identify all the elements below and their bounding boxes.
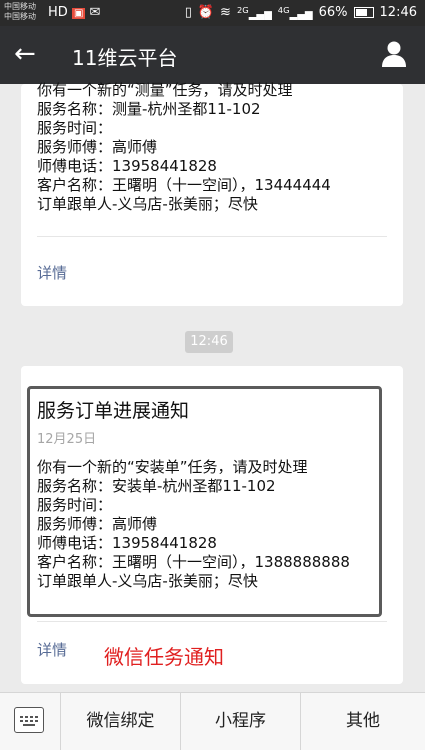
- menu-item-wechat-bind[interactable]: 微信绑定: [61, 693, 181, 750]
- signal-4g-icon: 4G▂▄▆: [277, 5, 313, 21]
- message-line: 服务名称：测量-杭州圣都11-102: [37, 100, 261, 118]
- carrier-1: 中国移动: [4, 2, 36, 11]
- vibrate-icon: ▯: [184, 5, 192, 21]
- message-card: 你有一个新的“测量”任务，请及时处理 服务名称：测量-杭州圣都11-102 服务…: [21, 81, 403, 306]
- menu-item-other[interactable]: 其他: [301, 693, 425, 750]
- battery-percent: 66%: [318, 5, 348, 21]
- alarm-icon: ⏰: [197, 5, 215, 21]
- message-line: 服务师傅：高师傅: [37, 515, 158, 533]
- detail-link[interactable]: 详情: [37, 262, 67, 283]
- message-line: 服务师傅：高师傅: [37, 138, 158, 156]
- notification-title: 服务订单进展通知: [37, 400, 190, 422]
- message-line: 订单跟单人-义乌店-张美丽；尽快: [37, 195, 258, 213]
- message-line: 服务时间：: [37, 496, 113, 514]
- hd-icon: HD: [48, 5, 68, 20]
- keyboard-toggle-button[interactable]: [0, 693, 61, 750]
- message-timestamp: 12:46: [185, 331, 233, 353]
- message-body: 你有一个新的“安装单”任务，请及时处理 服务名称：安装单-杭州圣都11-102 …: [37, 458, 350, 591]
- message-line: 服务时间：: [37, 119, 113, 137]
- detail-link[interactable]: 详情: [37, 639, 67, 660]
- carrier-info: 中国移动 中国移动: [4, 2, 36, 22]
- keyboard-icon: [14, 707, 44, 733]
- message-line: 订单跟单人-义乌店-张美丽；尽快: [37, 572, 258, 590]
- message-line: 客户名称：王曙明（十一空间），1388888888: [37, 553, 350, 571]
- notification-date: 12月25日: [37, 432, 97, 447]
- wifi-icon: ≋: [220, 5, 231, 21]
- message-line: 服务名称：安装单-杭州圣都11-102: [37, 477, 276, 495]
- divider: [37, 621, 387, 622]
- signal-2g-icon: 2G▂▄▆: [236, 5, 272, 21]
- network-label-1: 2G: [236, 5, 249, 15]
- annotation-label: 微信任务通知: [104, 645, 224, 669]
- notification-icons: HD ▣ ✉: [48, 5, 100, 20]
- message-line: 你有一个新的“测量”任务，请及时处理: [37, 81, 293, 99]
- profile-icon[interactable]: [381, 40, 407, 68]
- app-notification-icon: ▣: [71, 8, 86, 19]
- divider: [37, 236, 387, 237]
- message-line: 客户名称：王曙明（十一空间），13444444: [37, 176, 331, 194]
- message-card-order-progress: 服务订单进展通知 12月25日 你有一个新的“安装单”任务，请及时处理 服务名称…: [21, 366, 403, 684]
- page-title: 11维云平台: [72, 46, 178, 70]
- menu-item-mini-program[interactable]: 小程序: [181, 693, 301, 750]
- battery-icon: [353, 7, 374, 19]
- message-line: 师傅电话：13958441828: [37, 534, 217, 552]
- mail-icon: ✉: [89, 5, 101, 20]
- bottom-menu-bar: 微信绑定 小程序 其他: [0, 692, 425, 750]
- status-right: ▯ ⏰ ≋ 2G▂▄▆ 4G▂▄▆ 66% 12:46: [185, 5, 417, 20]
- network-label-2: 4G: [277, 5, 290, 15]
- app-bar: ← 11维云平台: [0, 26, 425, 84]
- message-body: 你有一个新的“测量”任务，请及时处理 服务名称：测量-杭州圣都11-102 服务…: [37, 81, 331, 214]
- message-line: 你有一个新的“安装单”任务，请及时处理: [37, 458, 308, 476]
- status-bar: 中国移动 中国移动 HD ▣ ✉ ▯ ⏰ ≋ 2G▂▄▆ 4G▂▄▆ 66% 1…: [0, 0, 425, 26]
- carrier-2: 中国移动: [4, 12, 36, 21]
- back-arrow-icon[interactable]: ←: [14, 40, 36, 68]
- clock: 12:46: [379, 5, 417, 21]
- message-line: 师傅电话：13958441828: [37, 157, 217, 175]
